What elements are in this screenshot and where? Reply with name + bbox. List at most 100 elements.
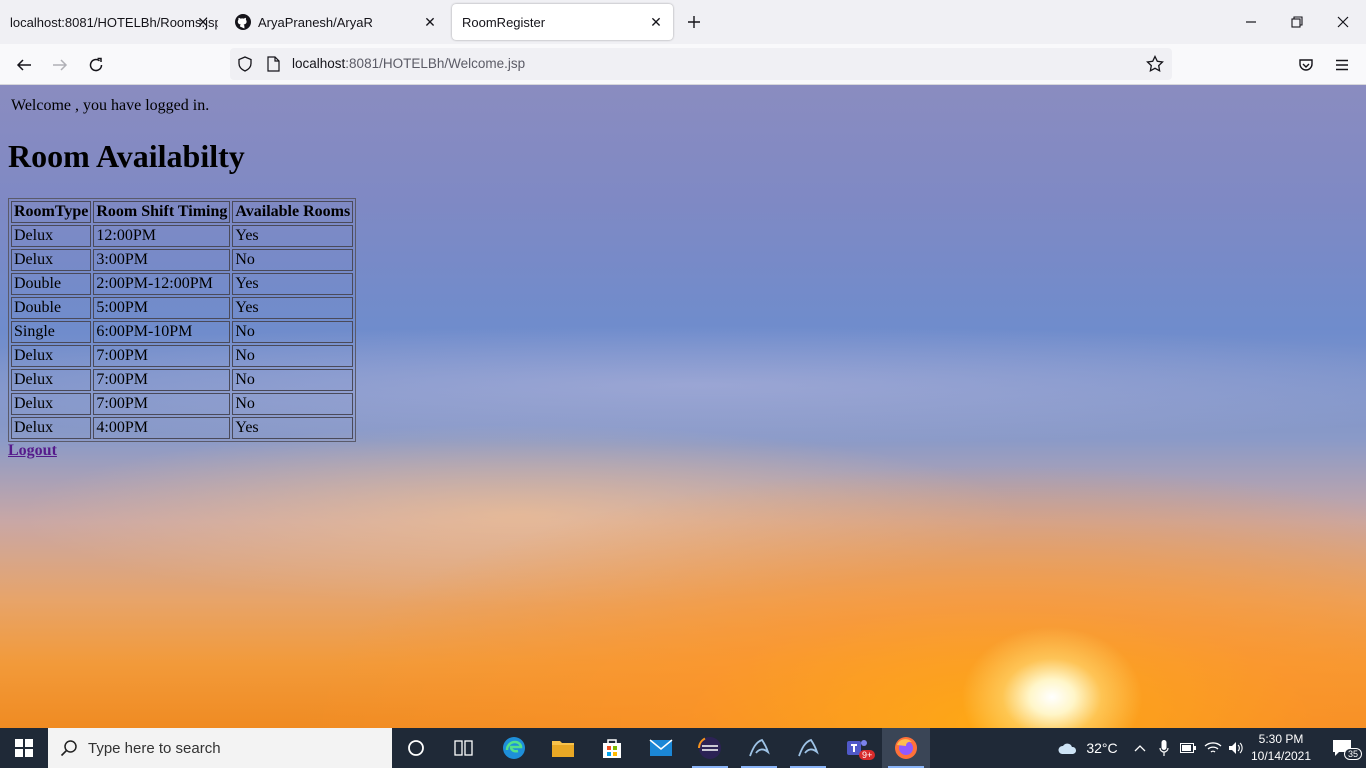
forward-button[interactable] <box>47 52 73 78</box>
notification-center-button[interactable]: 35 <box>1322 728 1363 768</box>
logout-link[interactable]: Logout <box>8 442 57 460</box>
firefox-icon[interactable] <box>882 728 930 768</box>
table-row: Delux 3:00PM No <box>11 249 354 271</box>
table-row: Delux 12:00PM Yes <box>11 225 354 247</box>
shield-icon[interactable] <box>236 55 254 73</box>
new-tab-button[interactable] <box>683 11 705 33</box>
room-type-cell: Delux <box>11 393 92 415</box>
minimize-icon <box>1246 21 1256 23</box>
mail-icon[interactable] <box>637 728 685 768</box>
reload-icon <box>89 57 103 72</box>
url-text[interactable]: localhost:8081/HOTELBh/Welcome.jsp <box>292 56 525 71</box>
shift-timing-cell: 4:00PM <box>93 417 231 439</box>
page-icon[interactable] <box>264 55 282 73</box>
close-icon[interactable]: ✕ <box>421 13 439 31</box>
tab-label: RoomRegister <box>462 14 546 30</box>
availability-cell: Yes <box>232 417 354 439</box>
github-icon <box>235 14 251 30</box>
page-title: Room Availabilty <box>8 138 245 174</box>
close-icon[interactable]: ✕ <box>194 13 212 31</box>
url-path: :8081/HOTELBh/Welcome.jsp <box>345 56 526 71</box>
battery-icon[interactable] <box>1178 728 1198 768</box>
tab-bar: localhost:8081/HOTELBh/Rooms.jsp ✕ AryaP… <box>0 0 1366 44</box>
task-view-icon[interactable] <box>440 728 488 768</box>
windows-logo-icon <box>15 739 33 757</box>
reload-button[interactable] <box>83 52 109 78</box>
file-explorer-icon[interactable] <box>539 728 587 768</box>
weather-temperature[interactable]: 32°C <box>1084 728 1120 768</box>
close-icon[interactable]: ✕ <box>647 13 665 31</box>
tab-label: localhost:8081/HOTELBh/Rooms.jsp <box>10 14 218 30</box>
search-icon <box>60 740 77 757</box>
tab-github[interactable]: AryaPranesh/AryaR ✕ <box>225 4 447 40</box>
chevron-up-icon[interactable] <box>1130 728 1150 768</box>
start-button[interactable] <box>0 728 48 768</box>
room-type-cell: Double <box>11 273 92 295</box>
pocket-icon <box>1299 59 1313 71</box>
room-type-cell: Delux <box>11 417 92 439</box>
restore-icon <box>1291 16 1303 28</box>
table-row: Single 6:00PM-10PM No <box>11 321 354 343</box>
notification-count: 35 <box>1344 748 1363 760</box>
teams-icon[interactable]: 9+ <box>833 728 881 768</box>
page-viewport: Welcome , you have logged in. Room Avail… <box>0 85 1366 728</box>
bookmark-star-icon[interactable] <box>1146 55 1164 73</box>
eclipse-icon[interactable] <box>686 728 734 768</box>
column-header-shift-timing: Room Shift Timing <box>93 201 231 223</box>
close-icon <box>1337 16 1349 28</box>
room-type-cell: Delux <box>11 345 92 367</box>
shift-timing-cell: 7:00PM <box>93 345 231 367</box>
wifi-icon[interactable] <box>1202 728 1224 768</box>
mysql-icon[interactable] <box>784 728 832 768</box>
availability-cell: Yes <box>232 297 354 319</box>
column-header-available: Available Rooms <box>232 201 354 223</box>
clock-time: 5:30 PM <box>1258 732 1304 746</box>
shift-timing-cell: 5:00PM <box>93 297 231 319</box>
store-icon[interactable] <box>588 728 636 768</box>
shift-timing-cell: 7:00PM <box>93 393 231 415</box>
clock[interactable]: 5:30 PM 10/14/2021 <box>1246 731 1316 765</box>
restore-button[interactable] <box>1282 8 1312 36</box>
availability-cell: Yes <box>232 273 354 295</box>
mysql-icon[interactable] <box>735 728 783 768</box>
shift-timing-cell: 6:00PM-10PM <box>93 321 231 343</box>
table-row: Delux 4:00PM Yes <box>11 417 354 439</box>
availability-cell: Yes <box>232 225 354 247</box>
arrow-left-icon <box>16 59 31 71</box>
cortana-icon[interactable] <box>392 728 440 768</box>
taskbar-search-box[interactable]: Type here to search <box>48 728 392 768</box>
clock-date: 10/14/2021 <box>1250 749 1312 763</box>
close-window-button[interactable] <box>1328 8 1358 36</box>
welcome-message: Welcome , you have logged in. <box>11 97 210 114</box>
nav-bar: localhost:8081/HOTELBh/Welcome.jsp <box>0 44 1366 85</box>
table-row: Double 5:00PM Yes <box>11 297 354 319</box>
availability-cell: No <box>232 369 354 391</box>
table-row: Double 2:00PM-12:00PM Yes <box>11 273 354 295</box>
room-availability-table: RoomType Room Shift Timing Available Roo… <box>8 198 357 442</box>
volume-icon[interactable] <box>1226 728 1246 768</box>
tab-label: AryaPranesh/AryaR <box>258 14 373 30</box>
pocket-button[interactable] <box>1293 52 1319 78</box>
availability-cell: No <box>232 345 354 367</box>
microphone-icon[interactable] <box>1154 728 1174 768</box>
weather-icon[interactable] <box>1056 728 1080 768</box>
edge-icon[interactable] <box>490 728 538 768</box>
table-row: Delux 7:00PM No <box>11 345 354 367</box>
menu-button[interactable] <box>1329 52 1355 78</box>
back-button[interactable] <box>11 52 37 78</box>
tab-roomregister[interactable]: RoomRegister ✕ <box>452 4 673 40</box>
room-type-cell: Delux <box>11 249 92 271</box>
room-type-cell: Delux <box>11 369 92 391</box>
availability-cell: No <box>232 321 354 343</box>
minimize-button[interactable] <box>1236 8 1266 36</box>
shift-timing-cell: 3:00PM <box>93 249 231 271</box>
availability-cell: No <box>232 249 354 271</box>
tab-rooms[interactable]: localhost:8081/HOTELBh/Rooms.jsp ✕ <box>0 4 218 40</box>
shift-timing-cell: 7:00PM <box>93 369 231 391</box>
table-row: Delux 7:00PM No <box>11 393 354 415</box>
plus-icon <box>688 16 700 28</box>
url-bar[interactable]: localhost:8081/HOTELBh/Welcome.jsp <box>230 48 1172 80</box>
room-type-cell: Delux <box>11 225 92 247</box>
room-type-cell: Double <box>11 297 92 319</box>
search-placeholder: Type here to search <box>88 740 221 757</box>
